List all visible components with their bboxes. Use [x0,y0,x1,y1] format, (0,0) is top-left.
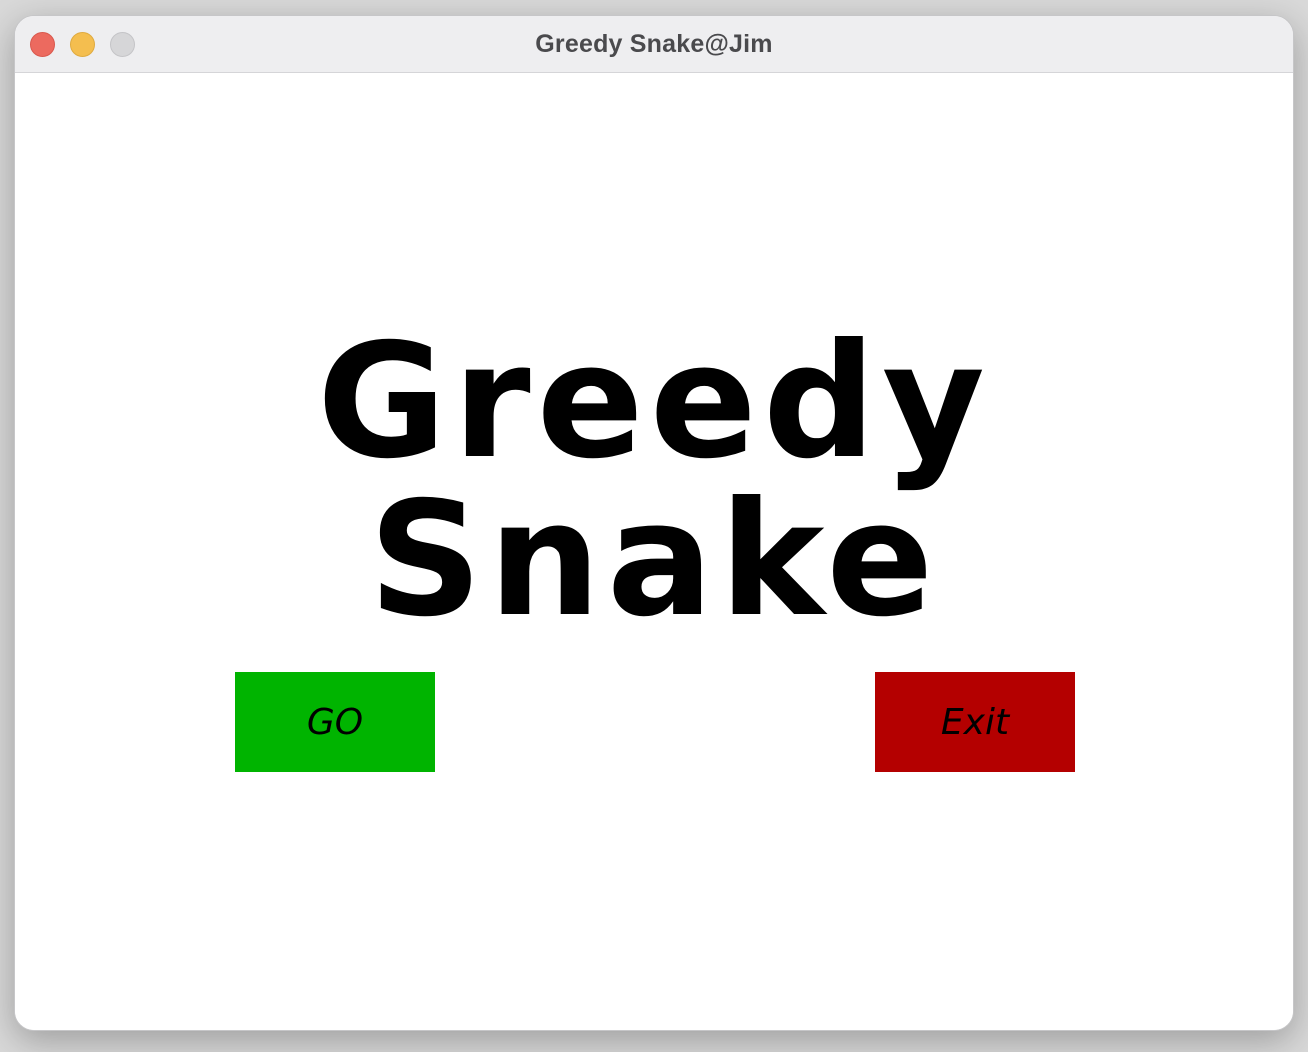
game-content: Greedy Snake GO Exit [15,73,1293,1030]
go-button-label: GO [306,701,364,743]
exit-button-label: Exit [940,701,1010,743]
window-title: Greedy Snake@Jim [535,30,773,58]
app-window: Greedy Snake@Jim Greedy Snake GO Exit [14,15,1294,1031]
go-button[interactable]: GO [235,672,435,772]
title-bar[interactable]: Greedy Snake@Jim [15,16,1293,73]
exit-button[interactable]: Exit [875,672,1075,772]
game-title: Greedy Snake [316,310,992,652]
